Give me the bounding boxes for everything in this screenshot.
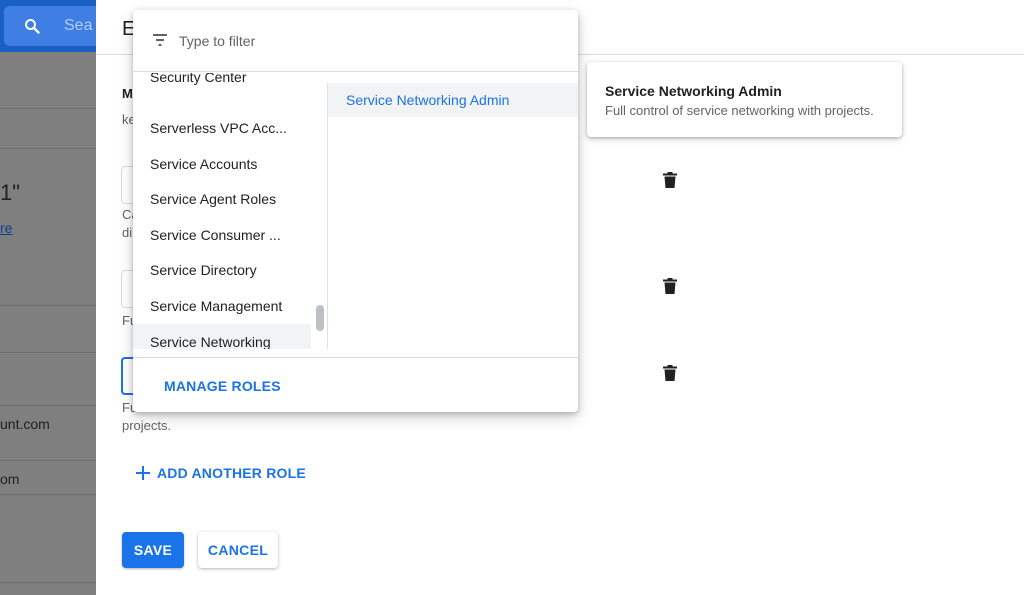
background-heading: 1" [0,180,21,205]
trash-icon[interactable] [663,278,677,294]
add-another-role-label: ADD ANOTHER ROLE [157,465,306,481]
divider [0,582,96,583]
role-item-service-networking-admin[interactable]: Service Networking Admin [328,83,578,117]
divider [0,305,96,306]
role-tooltip: Service Networking Admin Full control of… [587,62,902,137]
background-page: Sea 1" re unt.com om [0,0,96,595]
role-list: Service Networking Admin [328,83,578,349]
background-email-2: om [0,471,20,487]
service-list: Security Center Serverless VPC Acc... Se… [133,73,313,349]
background-search-placeholder: Sea [64,17,93,34]
tooltip-description: Full control of service networking with … [605,103,874,118]
service-list-scrollbar-thumb[interactable] [316,305,324,331]
tooltip-title: Service Networking Admin [605,83,782,99]
service-item-security-center[interactable]: Security Center [133,73,311,95]
divider [0,148,96,149]
service-item-service-management[interactable]: Service Management [133,288,311,324]
save-button[interactable]: SAVE [122,532,184,568]
service-item-service-directory[interactable]: Service Directory [133,252,311,288]
filter-row [133,10,578,72]
divider [0,405,96,406]
filter-input[interactable] [179,30,539,52]
service-item-service-accounts[interactable]: Service Accounts [133,146,311,182]
manage-roles-button[interactable]: MANAGE ROLES [164,378,281,394]
trash-icon[interactable] [663,365,677,381]
role-3-helper-text-2: projects. [122,418,172,433]
divider [0,460,96,461]
service-item-service-consumer[interactable]: Service Consumer ... [133,217,311,253]
background-email-1: unt.com [0,416,50,432]
plus-icon [136,466,150,480]
role-1-helper-text-2: di [122,225,133,240]
background-search-bar: Sea [0,0,96,52]
search-icon [25,19,40,34]
filter-icon [153,34,167,46]
background-link: re [0,220,13,236]
add-another-role-button[interactable]: ADD ANOTHER ROLE [136,465,306,481]
role-picker-dropdown: Security Center Serverless VPC Acc... Se… [133,10,578,412]
trash-icon[interactable] [663,172,677,188]
divider [0,108,96,109]
divider [0,494,96,495]
picker-footer-divider [133,357,578,358]
service-item-serverless-vpc-access[interactable]: Serverless VPC Acc... [133,110,311,146]
member-label: M [122,86,133,101]
divider [0,352,96,353]
service-item-service-agent-roles[interactable]: Service Agent Roles [133,181,311,217]
cancel-button[interactable]: CANCEL [198,532,278,568]
service-item-service-networking[interactable]: Service Networking [133,324,311,349]
